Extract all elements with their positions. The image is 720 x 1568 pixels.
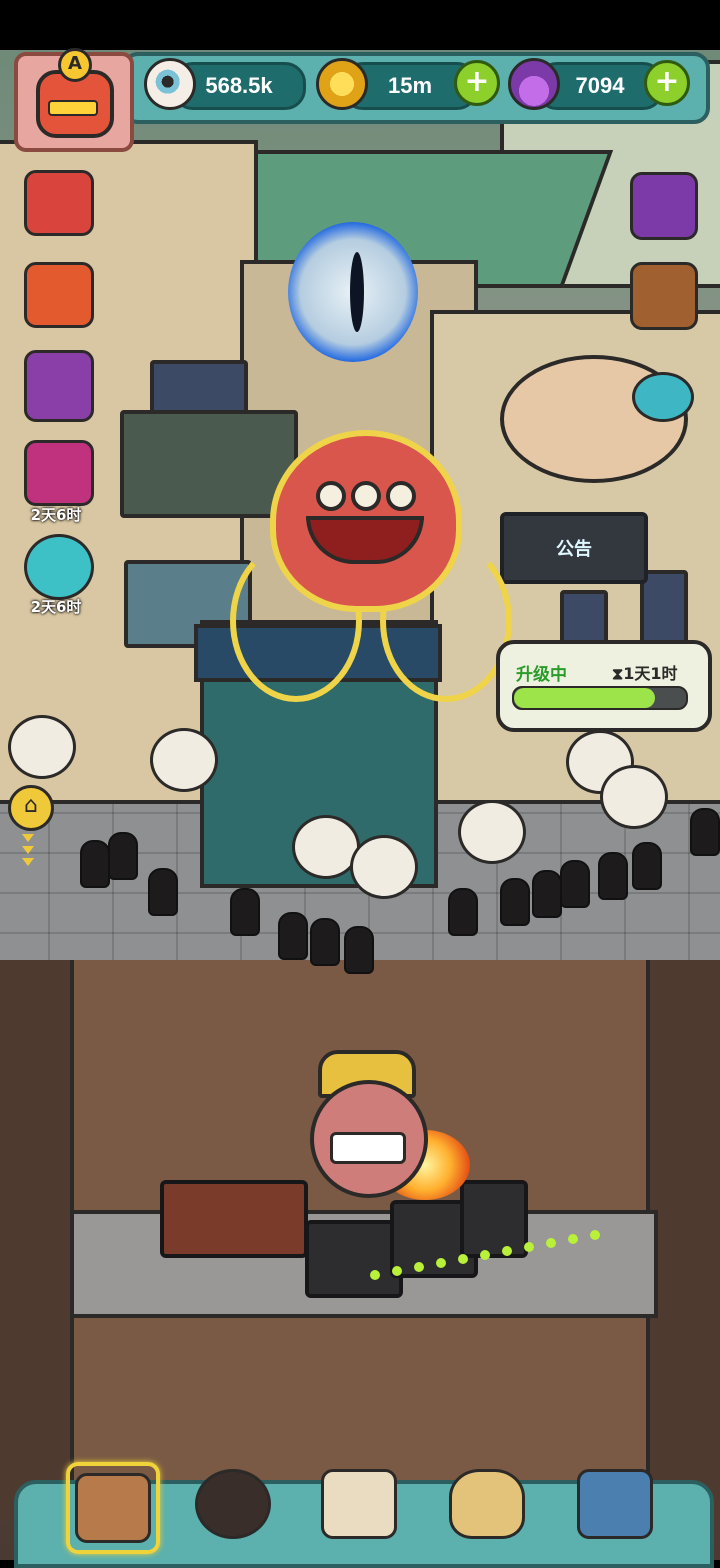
monster-mascot-icon[interactable] bbox=[632, 372, 694, 422]
customer-thought-bubble bbox=[350, 835, 418, 899]
add-coins-button[interactable]: + bbox=[454, 60, 500, 106]
chef-teeth bbox=[330, 1132, 406, 1164]
octopus-sign[interactable] bbox=[270, 430, 462, 612]
upgrade-progress-bar bbox=[512, 686, 688, 710]
customer[interactable] bbox=[344, 926, 374, 974]
customer[interactable] bbox=[448, 888, 478, 936]
customer-thought-bubble bbox=[458, 800, 526, 864]
grid-menu-icon bbox=[577, 1469, 653, 1539]
octopus-mouth bbox=[306, 516, 424, 564]
restaurant-icon bbox=[75, 1473, 151, 1543]
nav-recipe-book[interactable] bbox=[316, 1462, 402, 1546]
announcement-board[interactable]: 公告 bbox=[500, 512, 648, 584]
status-bar bbox=[0, 0, 720, 50]
add-potions-button[interactable]: + bbox=[644, 60, 690, 106]
recipe-book-icon bbox=[321, 1469, 397, 1539]
dish-thought-bubble[interactable] bbox=[8, 715, 76, 779]
coin-icon bbox=[316, 58, 368, 110]
customer[interactable] bbox=[690, 808, 720, 856]
gift-timer: 2天6时 bbox=[30, 506, 82, 524]
rank-badge: A bbox=[58, 48, 92, 82]
nav-monster[interactable] bbox=[190, 1462, 276, 1546]
customer[interactable] bbox=[278, 912, 308, 960]
customer[interactable] bbox=[80, 840, 110, 888]
customer-thought-bubble bbox=[150, 728, 218, 792]
monster-icon bbox=[195, 1469, 271, 1539]
nav-restaurant[interactable] bbox=[66, 1462, 160, 1554]
nav-grid-menu[interactable] bbox=[572, 1462, 658, 1546]
customer[interactable] bbox=[598, 852, 628, 900]
octopus-eye bbox=[351, 481, 381, 511]
potion-icon bbox=[508, 58, 560, 110]
fruit-gift-icon[interactable] bbox=[24, 262, 94, 328]
hourglass-icon: ⧗ bbox=[612, 664, 624, 683]
home-icon[interactable]: ⌂ bbox=[8, 785, 54, 831]
customer-thought-bubble bbox=[600, 765, 668, 829]
scroll-down-indicator bbox=[18, 830, 38, 890]
backpack-icon[interactable] bbox=[630, 262, 698, 330]
octopus-eye bbox=[316, 481, 346, 511]
avatar-teeth bbox=[48, 100, 98, 116]
customer[interactable] bbox=[532, 870, 562, 918]
portal-pupil bbox=[350, 252, 364, 332]
counter bbox=[160, 1180, 308, 1258]
upgrade-timer: ⧗1天1时 bbox=[612, 664, 678, 683]
customer[interactable] bbox=[632, 842, 662, 890]
monster-timer: 2天6时 bbox=[30, 598, 82, 616]
customer[interactable] bbox=[148, 868, 178, 916]
customer[interactable] bbox=[230, 888, 260, 936]
customer[interactable] bbox=[108, 832, 138, 880]
customer[interactable] bbox=[500, 878, 530, 926]
nav-money-bag[interactable] bbox=[444, 1462, 530, 1546]
gold-gift-icon[interactable] bbox=[24, 440, 94, 506]
customer[interactable] bbox=[560, 860, 590, 908]
video-tv-icon[interactable] bbox=[630, 172, 698, 240]
money-bag-icon bbox=[449, 1469, 525, 1539]
dirt-wall-left bbox=[0, 960, 74, 1520]
upgrade-progress-fill bbox=[514, 688, 656, 708]
gift-box-icon[interactable] bbox=[24, 170, 94, 236]
customer[interactable] bbox=[310, 918, 340, 966]
eyeball-icon bbox=[144, 58, 196, 110]
upgrade-label: 升级中 bbox=[516, 665, 567, 685]
floor-lights bbox=[370, 1230, 630, 1290]
cards-icon[interactable] bbox=[24, 350, 94, 422]
octopus-eye bbox=[386, 481, 416, 511]
monster-gift-icon[interactable] bbox=[24, 534, 94, 600]
window bbox=[640, 570, 688, 648]
